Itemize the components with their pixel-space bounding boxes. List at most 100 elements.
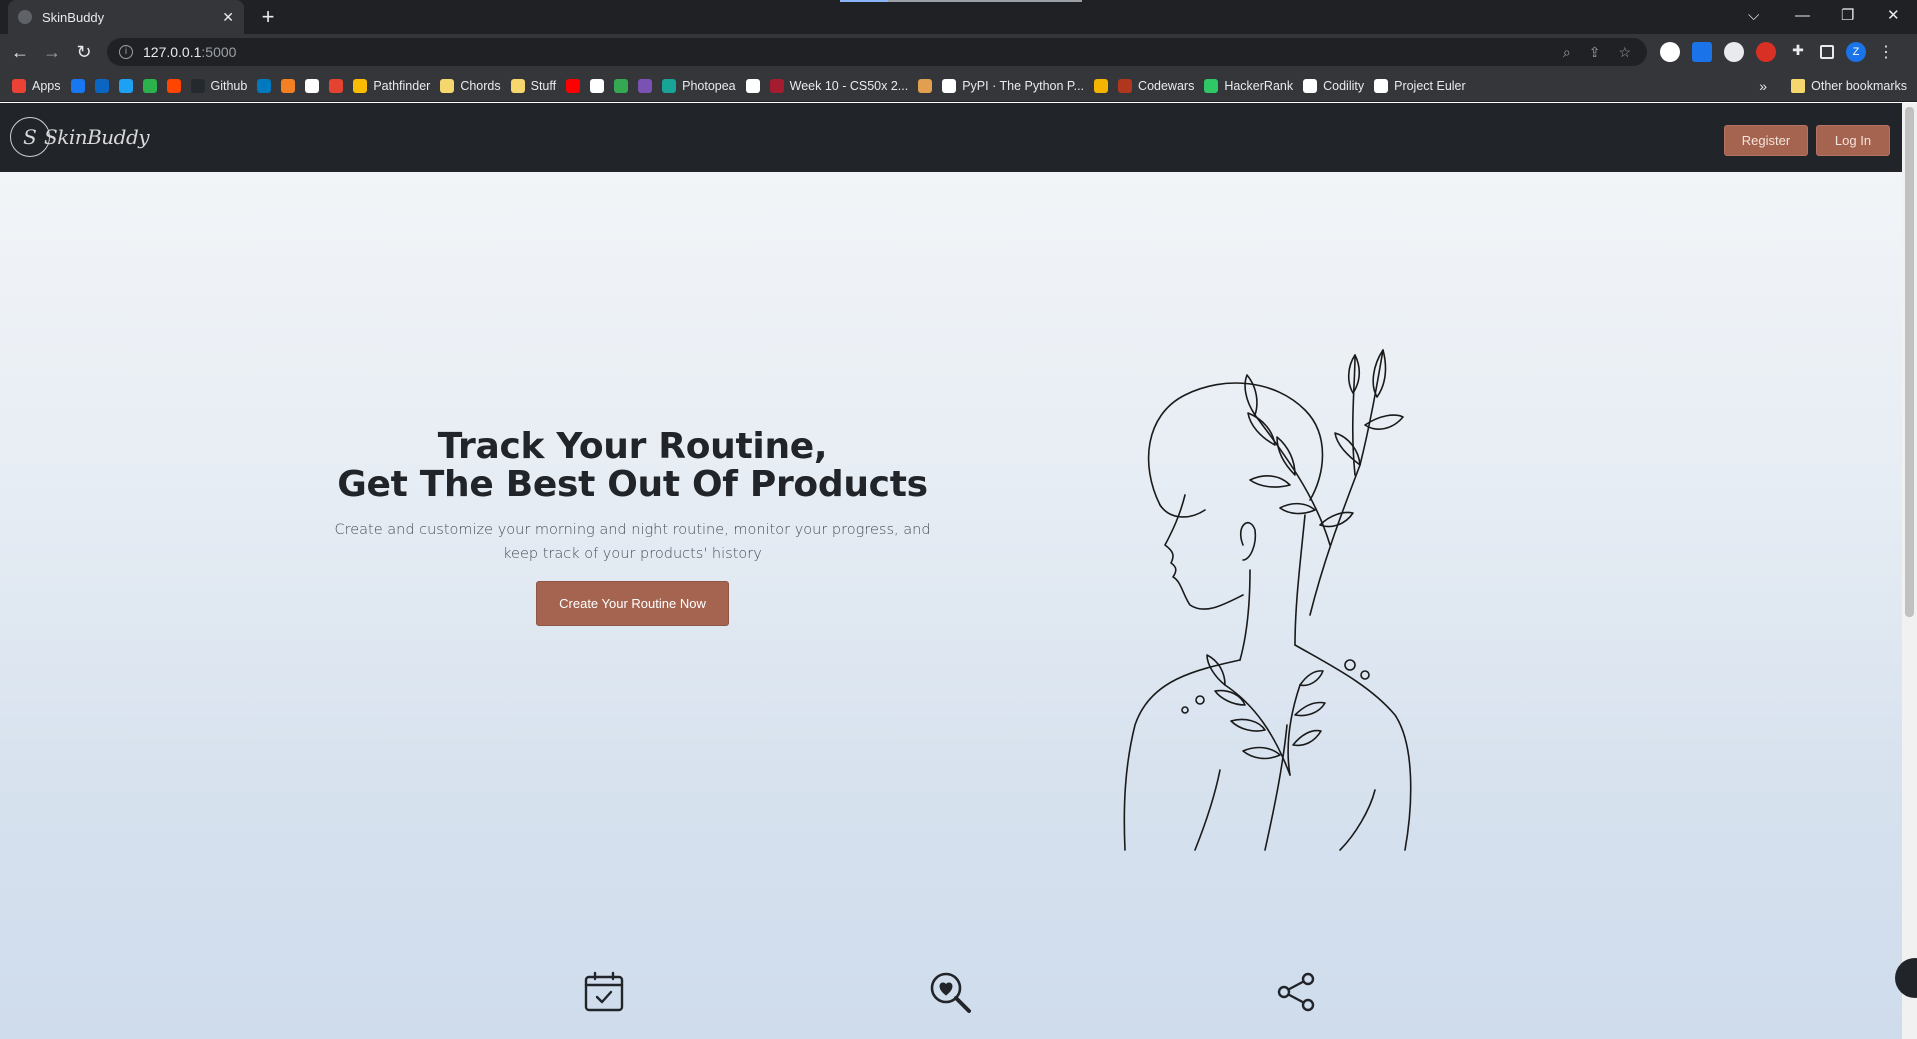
- minimize-icon[interactable]: —: [1795, 0, 1810, 30]
- tab-favicon-icon: [18, 10, 32, 24]
- apps-grid-icon: [12, 78, 26, 93]
- trello-icon: [257, 78, 272, 93]
- address-bar[interactable]: i 127.0.0.1 :5000 ⌕ ⇪ ☆: [107, 38, 1647, 66]
- bookmark-item[interactable]: [70, 78, 85, 93]
- extension-red-icon[interactable]: [1756, 42, 1776, 62]
- bookmark-item[interactable]: Github: [190, 78, 248, 93]
- extension-blue-icon[interactable]: [1692, 42, 1712, 62]
- bookmark-item[interactable]: [257, 78, 272, 93]
- bookmark-label: Pathfinder: [373, 78, 431, 93]
- bookmark-item[interactable]: [166, 78, 181, 93]
- page-viewport: S SkinBuddy Register Log In Track Your R…: [0, 103, 1902, 1039]
- reload-icon[interactable]: ↻: [68, 42, 100, 63]
- url-port: :5000: [201, 44, 237, 60]
- omnibox-actions: ⌕ ⇪ ☆: [1563, 38, 1631, 66]
- create-routine-button[interactable]: Create Your Routine Now: [536, 581, 729, 626]
- tab-strip-indicator: [840, 0, 888, 2]
- search-heart-icon: [930, 972, 971, 1013]
- bookmarks-bar: Apps Github Pathfinder Chords Stuff Photopea W…: [0, 70, 1917, 102]
- profile-avatar[interactable]: Z: [1846, 42, 1866, 62]
- bookmark-label: Project Euler: [1394, 78, 1466, 93]
- bookmark-label: Chords: [460, 78, 501, 93]
- bookmark-item[interactable]: Apps: [12, 78, 61, 93]
- bookmark-item[interactable]: [305, 78, 320, 93]
- bookmark-item[interactable]: [142, 78, 157, 93]
- share-page-icon[interactable]: ⇪: [1589, 44, 1601, 61]
- extension-lock-icon[interactable]: [1660, 42, 1680, 62]
- site-info-icon[interactable]: i: [119, 45, 133, 59]
- side-panel-icon[interactable]: [1820, 45, 1834, 59]
- bookmark-item[interactable]: [745, 78, 760, 93]
- hero-title-line-1: Track Your Routine,: [437, 426, 828, 467]
- twitter-icon: [118, 78, 133, 93]
- folder-icon: [440, 78, 455, 93]
- w-icon: [614, 78, 629, 93]
- bookmark-item[interactable]: [1094, 78, 1109, 93]
- browser-tab-skinbuddy[interactable]: SkinBuddy ✕: [8, 0, 244, 34]
- bookmark-label: Github: [210, 78, 248, 93]
- bookmark-item[interactable]: Project Euler: [1374, 78, 1466, 93]
- back-arrow-icon[interactable]: ←: [4, 42, 36, 63]
- facebook-icon: [70, 78, 85, 93]
- logo-text: SkinBuddy: [44, 125, 150, 149]
- bookmark-item[interactable]: [281, 78, 296, 93]
- app-icon: [590, 78, 605, 93]
- bookmark-item[interactable]: Chords: [440, 78, 501, 93]
- bookmark-item[interactable]: [566, 78, 581, 93]
- hero-title-line-2: Get The Best Out Of Products: [337, 464, 928, 505]
- zoom-icon[interactable]: ⌕: [1563, 44, 1571, 61]
- bookmark-item[interactable]: [638, 78, 653, 93]
- bookmark-star-icon[interactable]: ☆: [1618, 44, 1631, 61]
- extensions-area: ✚ Z ⋮: [1660, 34, 1894, 70]
- bookmark-label: Codewars: [1138, 78, 1195, 93]
- bookmark-label: Stuff: [530, 78, 557, 93]
- tab-strip-indicator-2: [888, 0, 1082, 2]
- tab-title: SkinBuddy: [42, 9, 105, 25]
- scrollbar-thumb[interactable]: [1905, 107, 1914, 617]
- restore-icon[interactable]: ❐: [1841, 0, 1855, 30]
- folder-icon: [510, 78, 525, 93]
- linkedin-icon: [94, 78, 109, 93]
- bookmark-item[interactable]: Pathfinder: [353, 78, 431, 93]
- register-button[interactable]: Register: [1724, 125, 1808, 156]
- more-bookmarks-button[interactable]: »: [1759, 70, 1767, 102]
- bookmark-label: Apps: [32, 78, 61, 93]
- bookmark-item[interactable]: [614, 78, 629, 93]
- url-host: 127.0.0.1: [143, 44, 202, 60]
- browser-toolbar: ← → ↻ i 127.0.0.1 :5000 ⌕ ⇪ ☆: [0, 34, 1917, 70]
- hero-subtitle: Create and customize your morning and ni…: [334, 522, 931, 562]
- notion-icon: [305, 78, 320, 93]
- pypi-icon: [942, 78, 957, 93]
- bookmark-item[interactable]: [329, 78, 344, 93]
- close-window-icon[interactable]: ✕: [1887, 0, 1901, 30]
- hero-title: Track Your Routine, Get The Best Out Of …: [300, 428, 965, 504]
- bookmark-item[interactable]: PyPI · The Python P...: [942, 78, 1084, 93]
- bookmark-item[interactable]: Photopea: [662, 78, 736, 93]
- reddit-icon: [166, 78, 181, 93]
- other-bookmarks[interactable]: Other bookmarks: [1791, 70, 1907, 102]
- login-button[interactable]: Log In: [1816, 125, 1890, 156]
- bookmark-item[interactable]: Stuff: [510, 78, 557, 93]
- bookmark-item[interactable]: [918, 78, 933, 93]
- bookmark-label: HackerRank: [1224, 78, 1294, 93]
- extensions-puzzle-icon[interactable]: ✚: [1788, 42, 1808, 62]
- stackoverflow-icon: [281, 78, 296, 93]
- todoist-icon: [329, 78, 344, 93]
- tab-close-icon[interactable]: ✕: [222, 9, 234, 26]
- new-tab-button[interactable]: +: [254, 4, 282, 32]
- bookmark-item[interactable]: Codewars: [1118, 78, 1195, 93]
- bookmark-item[interactable]: HackerRank: [1204, 78, 1294, 93]
- forward-arrow-icon[interactable]: →: [36, 42, 68, 63]
- browser-menu-icon[interactable]: ⋮: [1878, 42, 1894, 62]
- bookmark-item[interactable]: [590, 78, 605, 93]
- tab-search-icon[interactable]: ⌵: [1748, 0, 1762, 30]
- site-logo[interactable]: S SkinBuddy: [10, 117, 150, 157]
- bookmark-item[interactable]: Week 10 - CS50x 2...: [769, 78, 908, 93]
- bookmark-item[interactable]: [94, 78, 109, 93]
- extension-grey-icon[interactable]: [1724, 42, 1744, 62]
- r-icon: [745, 78, 760, 93]
- youtube-icon: [566, 78, 581, 93]
- bookmark-item[interactable]: Codility: [1303, 78, 1364, 93]
- site-navbar: S SkinBuddy Register Log In: [0, 103, 1902, 172]
- bookmark-item[interactable]: [118, 78, 133, 93]
